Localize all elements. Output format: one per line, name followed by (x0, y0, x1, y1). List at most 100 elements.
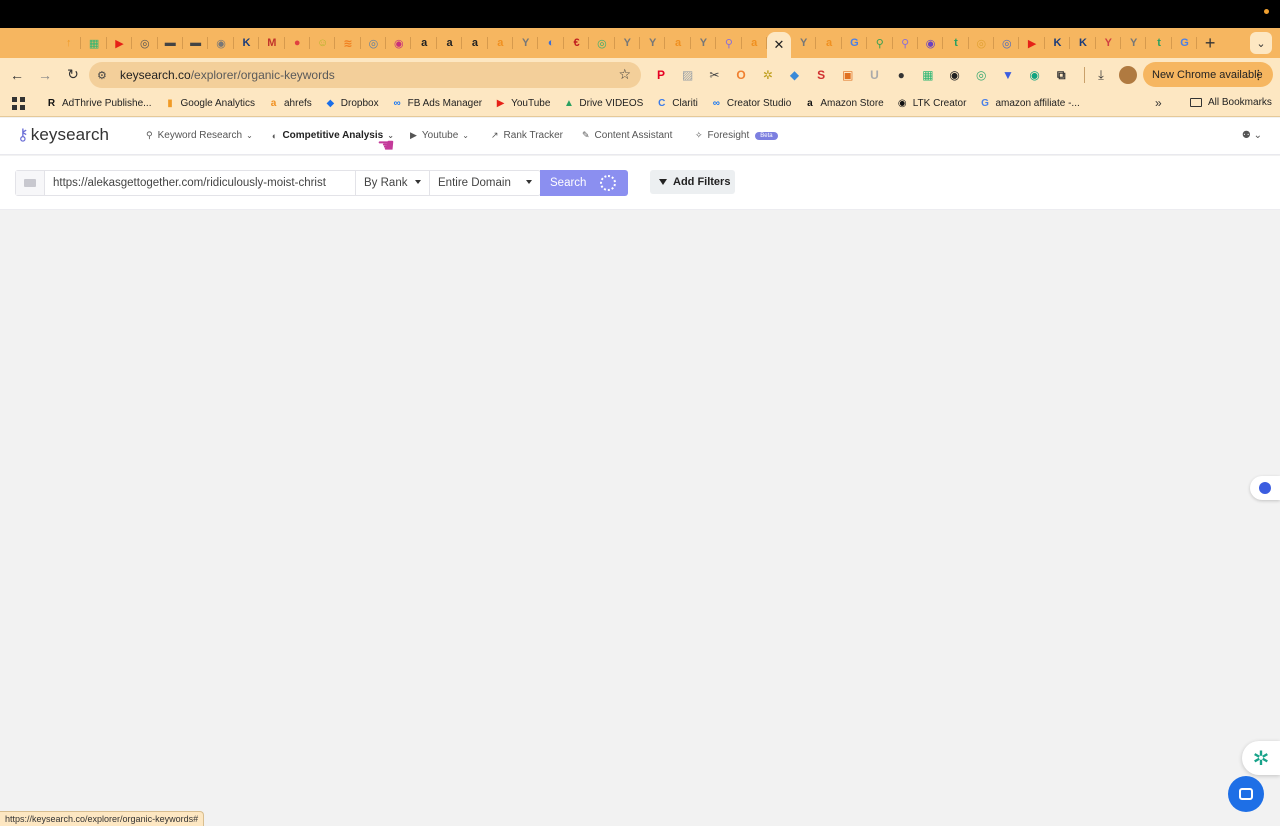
bookmark-item[interactable]: ◆ Dropbox (325, 98, 378, 109)
tab[interactable]: ▬ (158, 28, 184, 58)
bookmarks-overflow-icon[interactable]: » (1155, 96, 1162, 110)
bookmark-item[interactable]: a Amazon Store (804, 98, 884, 109)
nav-rank-tracker[interactable]: ↗ Rank Tracker (491, 130, 563, 141)
tab[interactable]: t (943, 28, 970, 58)
apps-grid-icon[interactable] (12, 96, 26, 111)
active-tab-close-icon[interactable]: ✕ (766, 32, 791, 58)
new-tab-button[interactable]: + (1197, 28, 1223, 58)
bookmark-star-icon[interactable]: ☆ (618, 66, 631, 83)
tab[interactable]: ↑ (56, 28, 82, 58)
tab[interactable]: ◎ (361, 28, 387, 58)
bookmark-item[interactable]: ∞ FB Ads Manager (392, 98, 483, 109)
extension-button[interactable]: O (731, 65, 751, 85)
tab[interactable]: ⚲ (893, 28, 919, 58)
download-icon[interactable]: ⤓ (1091, 67, 1111, 83)
ai-assistant-widget[interactable]: ✲ (1242, 741, 1280, 775)
tab[interactable]: ◉ (208, 28, 235, 58)
side-extension-widget[interactable] (1250, 476, 1280, 500)
tab[interactable]: ▶ (1019, 28, 1046, 58)
tab[interactable]: ◎ (969, 28, 995, 58)
tab[interactable]: a (488, 28, 514, 58)
nav-youtube[interactable]: ▶ Youtube ⌄ (410, 130, 469, 141)
extension-button[interactable]: ▨ (678, 65, 698, 85)
tab[interactable]: ◉ (386, 28, 412, 58)
tab[interactable]: t (1146, 28, 1173, 58)
profile-avatar[interactable] (1119, 66, 1137, 84)
tab[interactable]: a (411, 28, 438, 58)
tab[interactable]: a (816, 28, 843, 58)
extension-button[interactable]: ◉ (1025, 65, 1045, 85)
extension-button[interactable]: ▣ (838, 65, 858, 85)
tab[interactable]: Y (1121, 28, 1147, 58)
tab[interactable]: ⚲ (867, 28, 893, 58)
bookmark-item[interactable]: C Clariti (656, 98, 698, 109)
tab[interactable]: ▶ (107, 28, 133, 58)
tab[interactable]: € (564, 28, 590, 58)
bookmark-item[interactable]: R AdThrive Publishe... (46, 98, 152, 109)
extension-button[interactable]: ▦ (918, 65, 938, 85)
folder-icon[interactable] (16, 171, 45, 195)
tab[interactable]: Y (1096, 28, 1122, 58)
extension-button[interactable]: ▼ (998, 65, 1018, 85)
tab[interactable]: K (1070, 28, 1097, 58)
tab[interactable]: Y (791, 28, 817, 58)
tab[interactable]: ≋ (335, 28, 362, 58)
bookmark-item[interactable]: ▲ Drive VIDEOS (563, 98, 643, 109)
address-bar[interactable]: ⚙ keysearch.co/explorer/organic-keywords… (89, 62, 641, 88)
extension-button[interactable]: ● (891, 65, 911, 85)
tab[interactable]: ▦ (81, 28, 108, 58)
extension-button[interactable]: ◎ (971, 65, 991, 85)
extension-button[interactable]: ⧉ (1051, 65, 1071, 85)
bookmark-item[interactable]: ▶ YouTube (495, 98, 551, 109)
domain-scope-select[interactable]: Entire Domain (430, 171, 540, 195)
tab[interactable]: ◎ (589, 28, 615, 58)
tab[interactable]: ▬ (183, 28, 209, 58)
tab[interactable]: ◉ (918, 28, 944, 58)
tab[interactable]: Y (640, 28, 666, 58)
keysearch-logo[interactable]: ⚷ keysearch (17, 125, 109, 145)
tab[interactable]: K (234, 28, 260, 58)
tab[interactable]: a (437, 28, 463, 58)
tab[interactable]: ◐ (538, 28, 565, 58)
tab-search-icon[interactable]: ⌄ (1250, 32, 1272, 54)
chrome-update-button[interactable]: New Chrome available ⋮ (1143, 62, 1273, 87)
extension-button[interactable]: S (811, 65, 831, 85)
tab[interactable]: Y (513, 28, 539, 58)
url-input[interactable] (45, 171, 356, 195)
tab[interactable]: Y (691, 28, 717, 58)
tab[interactable]: M (259, 28, 285, 58)
user-menu[interactable]: ⚉ ⌄ (1242, 130, 1262, 141)
add-filters-button[interactable]: Add Filters (650, 170, 735, 194)
tab[interactable]: ◎ (994, 28, 1020, 58)
tab[interactable]: K (1045, 28, 1071, 58)
chat-launcher-button[interactable] (1228, 776, 1264, 812)
nav-foresight[interactable]: ✧ Foresight Beta (695, 130, 778, 141)
bookmark-item[interactable]: ◉ LTK Creator (897, 98, 967, 109)
bookmark-item[interactable]: a ahrefs (268, 98, 312, 109)
tab[interactable]: a (665, 28, 692, 58)
tab[interactable]: a (742, 28, 768, 58)
tab[interactable]: Y (615, 28, 641, 58)
nav-competitive-analysis[interactable]: ◐ Competitive Analysis ⌄ (272, 130, 394, 141)
tab[interactable]: ☺ (310, 28, 336, 58)
all-bookmarks-button[interactable]: All Bookmarks (1190, 97, 1272, 108)
tab[interactable]: ● (285, 28, 311, 58)
tab[interactable]: ⚲ (716, 28, 742, 58)
tab[interactable]: a (462, 28, 489, 58)
more-menu-icon[interactable]: ⋮ (1252, 67, 1265, 83)
bookmark-item[interactable]: ∞ Creator Studio (711, 98, 792, 109)
tab[interactable]: ◎ (132, 28, 158, 58)
site-info-icon[interactable]: ⚙ (97, 69, 115, 82)
bookmark-item[interactable]: Gamazon affiliate -... (979, 98, 1080, 109)
nav-keyword-research[interactable]: ⚲ Keyword Research ⌄ (146, 130, 253, 141)
nav-content-assistant[interactable]: ✎ Content Assistant (582, 130, 672, 141)
bookmark-item[interactable]: ▮ Google Analytics (165, 98, 255, 109)
search-button[interactable]: Search (540, 170, 628, 196)
rank-select[interactable]: By Rank (356, 171, 430, 195)
extension-button[interactable]: ✲ (758, 65, 778, 85)
extension-button[interactable]: ◆ (784, 65, 804, 85)
tab[interactable]: G (1172, 28, 1198, 58)
tab[interactable]: G (842, 28, 868, 58)
reload-button[interactable]: ↻ (60, 62, 86, 88)
extension-button[interactable]: ✂ (704, 65, 724, 85)
